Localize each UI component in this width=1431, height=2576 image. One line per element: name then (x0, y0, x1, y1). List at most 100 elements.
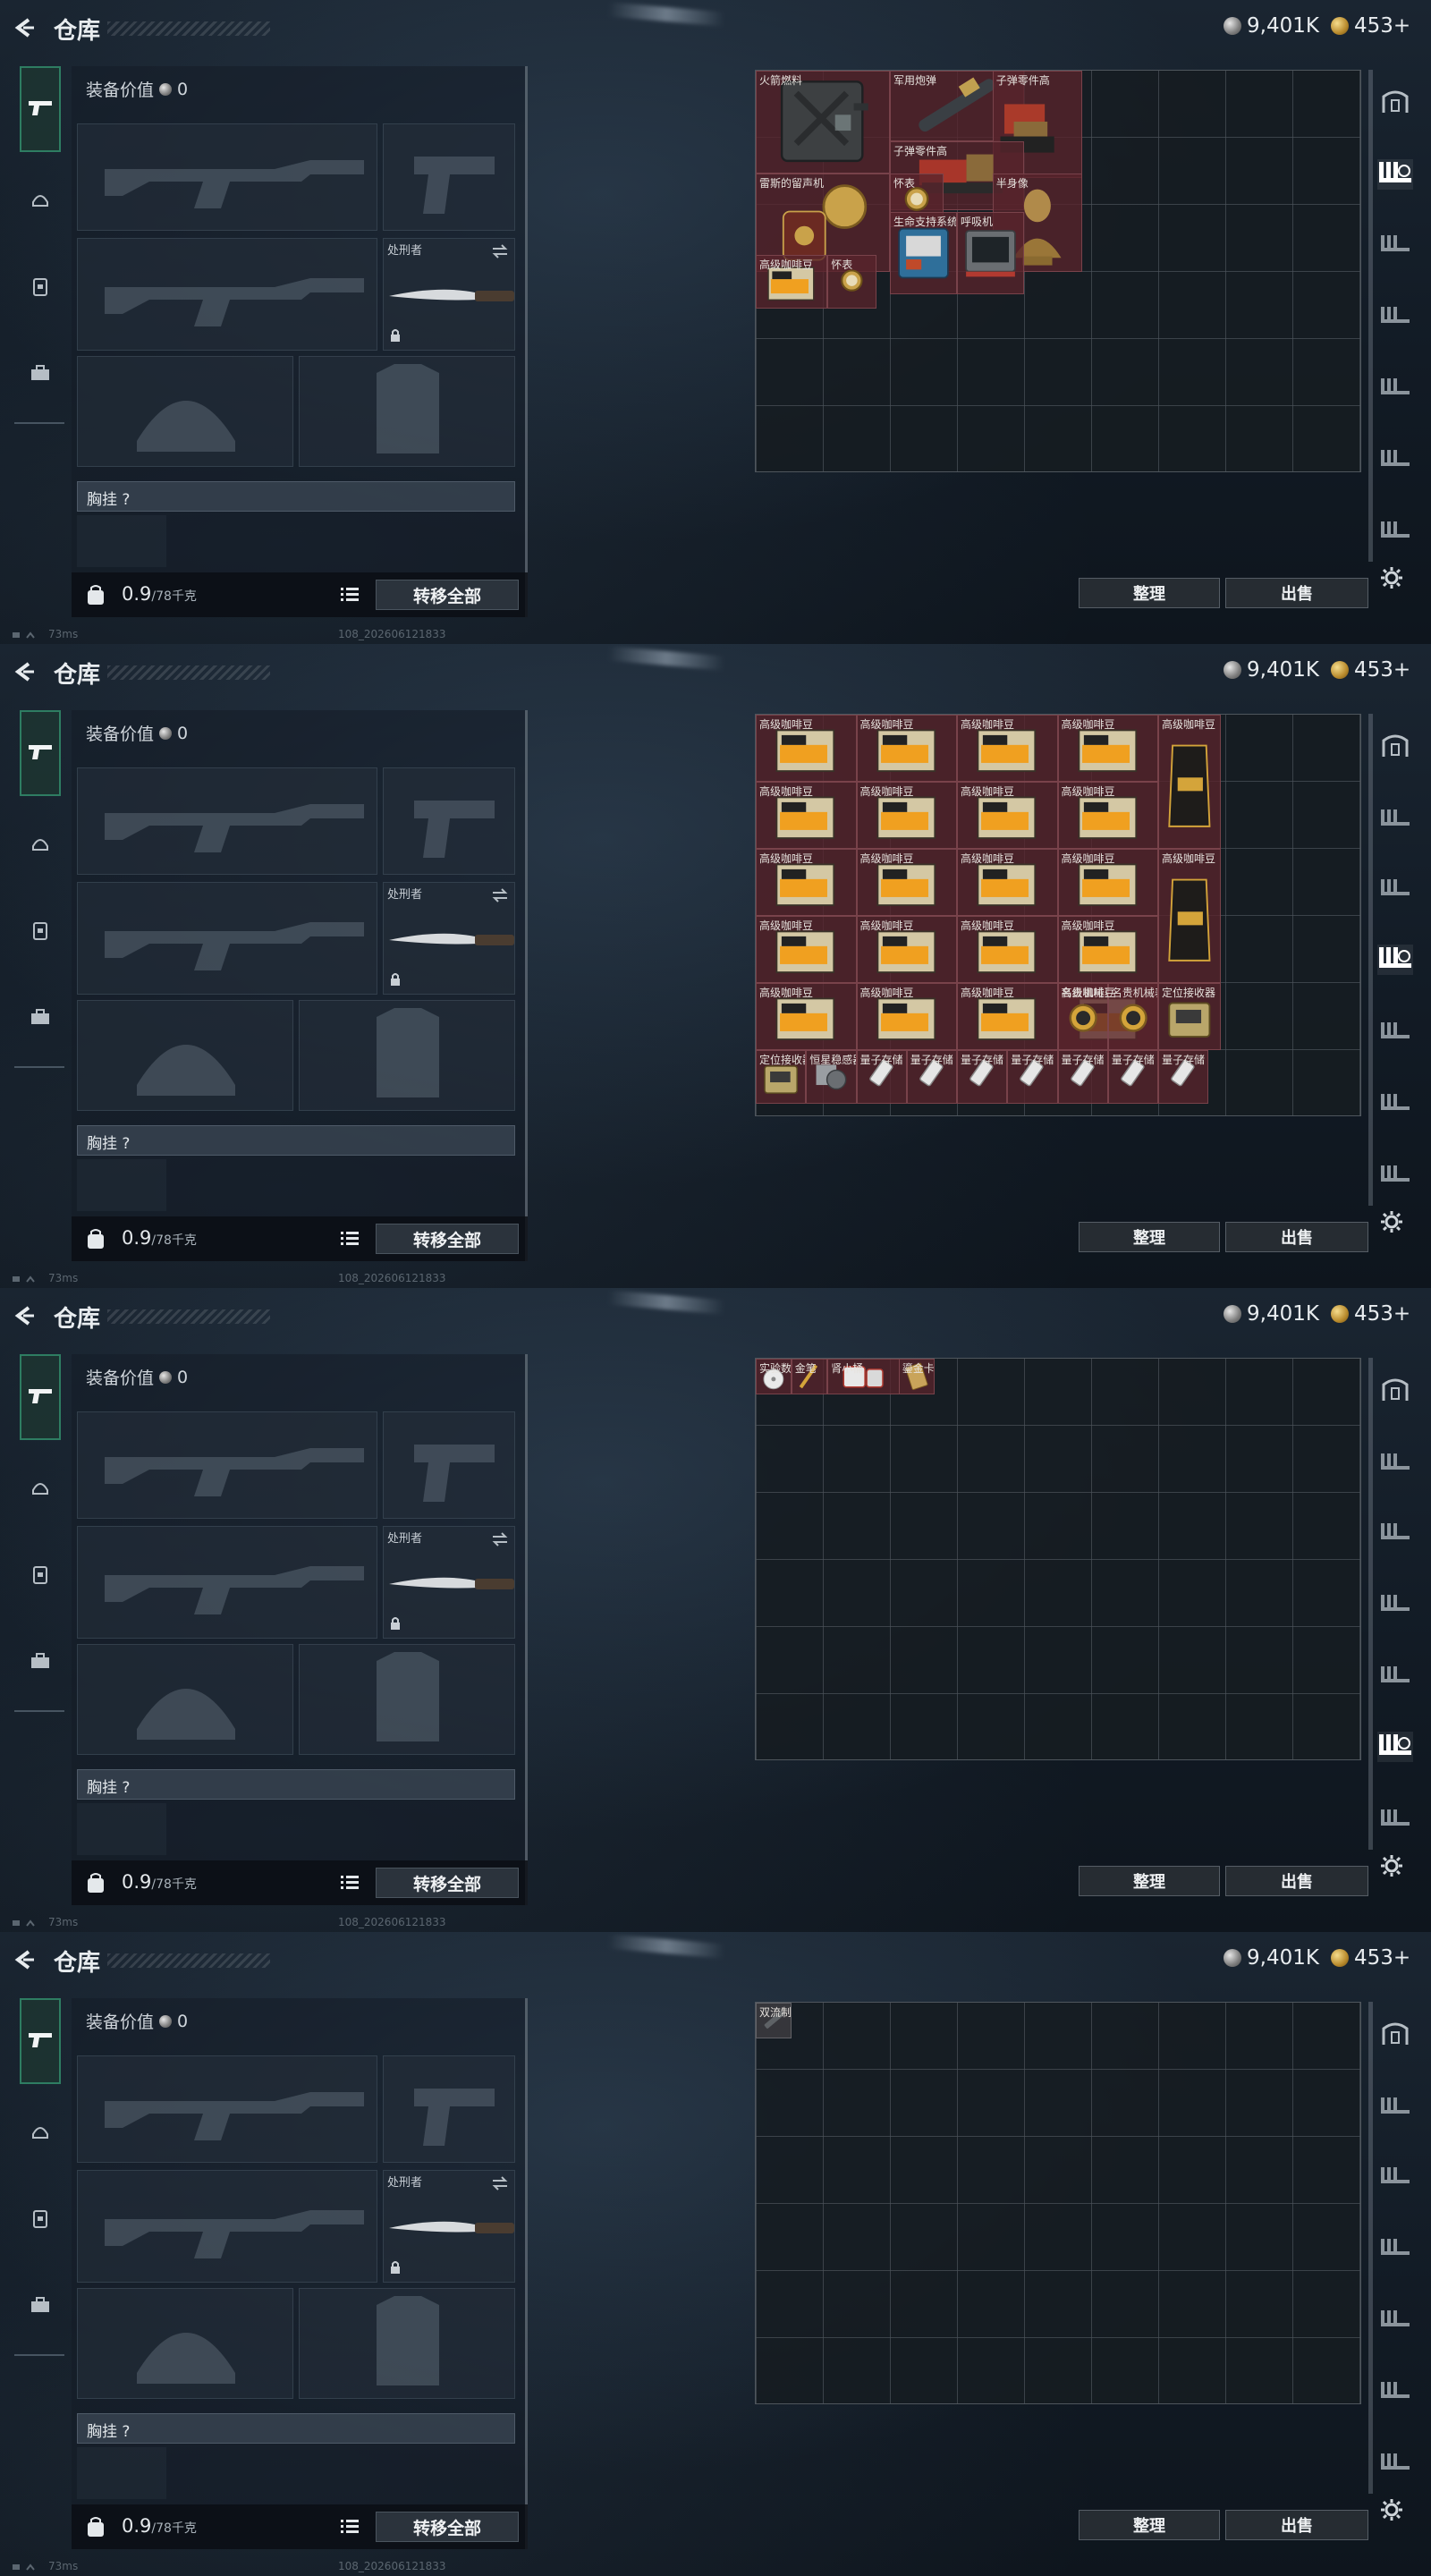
storage-item[interactable]: 量子存储 (856, 1050, 907, 1104)
back-arrow-icon[interactable] (13, 1948, 36, 1971)
storage-item[interactable]: 高级咖啡豆 (756, 715, 857, 782)
primary-weapon-slot[interactable] (77, 123, 377, 231)
storage-item[interactable]: 高级咖啡豆 (957, 849, 1058, 916)
transfer-all-button[interactable]: 转移全部 (376, 2512, 519, 2542)
chest-rig-slot[interactable] (77, 515, 166, 567)
rack-page-1[interactable] (1377, 2091, 1413, 2122)
storage-item[interactable]: 定位接收器 (756, 1050, 807, 1104)
storage-item[interactable]: 量子存储 (957, 1050, 1008, 1104)
storage-item[interactable]: 名贵机械表 (1057, 983, 1108, 1050)
rack-page-3[interactable] (1377, 945, 1413, 975)
storage-item[interactable]: 高级咖啡豆 (957, 916, 1058, 983)
storage-item[interactable]: 高级咖啡豆 (856, 715, 957, 782)
pistol-slot[interactable] (383, 1411, 515, 1519)
pistol-slot[interactable] (383, 767, 515, 875)
rack-page-4[interactable] (1377, 372, 1413, 402)
helmet-slot[interactable] (77, 356, 293, 467)
rack-page-6[interactable] (1377, 515, 1413, 546)
list-icon[interactable] (340, 1229, 360, 1250)
storage-item[interactable]: 生命支持系统 (890, 211, 957, 294)
melee-slot[interactable]: 处刑者 (383, 2170, 515, 2283)
rack-page-1[interactable] (1377, 159, 1413, 190)
transfer-all-button[interactable]: 转移全部 (376, 1868, 519, 1898)
storage-item[interactable]: 肾小桶 (827, 1359, 900, 1394)
storage-item[interactable]: 高级咖啡豆 (756, 916, 857, 983)
weapons-tab[interactable] (20, 1354, 61, 1440)
list-icon[interactable] (340, 1873, 360, 1894)
rack-page-1[interactable] (1377, 1447, 1413, 1478)
chest-rig-slot[interactable] (77, 2447, 166, 2499)
swap-icon[interactable] (491, 244, 509, 262)
storage-item[interactable]: 高级咖啡豆 (1057, 715, 1158, 782)
storage-item[interactable]: 量子存储 (1158, 1050, 1209, 1104)
storage-item[interactable]: 量子存储 (1107, 1050, 1158, 1104)
storage-item[interactable]: 高级咖啡豆 (856, 849, 957, 916)
rack-page-4[interactable] (1377, 2304, 1413, 2334)
chest-rig-header[interactable]: 胸挂 ? (77, 1769, 515, 1800)
chest-rig-header[interactable]: 胸挂 ? (77, 2413, 515, 2444)
secondary-weapon-slot[interactable] (77, 882, 377, 995)
back-arrow-icon[interactable] (13, 16, 36, 39)
storage-item[interactable]: 高级咖啡豆 (1057, 782, 1158, 849)
rack-page-2[interactable] (1377, 1517, 1413, 1547)
rig-tab[interactable] (20, 1556, 61, 1597)
primary-weapon-slot[interactable] (77, 2055, 377, 2163)
storage-item[interactable]: 高级咖啡豆 (957, 983, 1058, 1050)
sort-button[interactable]: 整理 (1079, 2510, 1220, 2540)
safe-page[interactable] (1377, 88, 1413, 118)
primary-weapon-slot[interactable] (77, 1411, 377, 1519)
rack-page-3[interactable] (1377, 1589, 1413, 1619)
storage-item[interactable]: 名贵机械表 (1107, 983, 1158, 1050)
page-scrollbar[interactable] (1368, 1358, 1373, 1850)
storage-grid[interactable]: 实验数据金笔 肾小桶 鎏金卡牌 (755, 1358, 1361, 1760)
chest-rig-slot[interactable] (77, 1159, 166, 1211)
back-arrow-icon[interactable] (13, 1304, 36, 1327)
helmet-slot[interactable] (77, 1000, 293, 1111)
rack-page-2[interactable] (1377, 873, 1413, 903)
sell-button[interactable]: 出售 (1225, 578, 1368, 608)
primary-weapon-slot[interactable] (77, 767, 377, 875)
rack-page-5[interactable] (1377, 2376, 1413, 2406)
chest-rig-slot[interactable] (77, 1803, 166, 1855)
gold-currency[interactable]: 453+ (1331, 14, 1410, 38)
armor-slot[interactable] (299, 2288, 515, 2399)
safe-page[interactable] (1377, 1376, 1413, 1406)
storage-item[interactable]: 鎏金卡牌 (898, 1359, 935, 1394)
chest-rig-header[interactable]: 胸挂 ? (77, 481, 515, 512)
storage-item[interactable]: 高级咖啡豆 (756, 255, 828, 309)
swap-icon[interactable] (491, 2176, 509, 2194)
rack-page-6[interactable] (1377, 2447, 1413, 2478)
rack-page-4[interactable] (1377, 1016, 1413, 1046)
armor-slot[interactable] (299, 356, 515, 467)
storage-item[interactable]: 定位接收器 (1158, 983, 1221, 1050)
secondary-weapon-slot[interactable] (77, 238, 377, 351)
storage-item[interactable]: 高级咖啡豆 (756, 782, 857, 849)
storage-item[interactable]: 怀表 (827, 255, 876, 309)
silver-currency[interactable]: 9,401K (1224, 14, 1319, 38)
gold-currency[interactable]: 453+ (1331, 658, 1410, 682)
storage-grid[interactable]: 高级咖啡豆 高级咖啡豆 高级咖啡豆 高级咖啡豆 高级咖啡豆 高级咖啡豆 高级咖啡豆 高级咖啡豆… (755, 714, 1361, 1116)
storage-item[interactable]: 高级咖啡豆 (756, 983, 857, 1050)
swap-icon[interactable] (491, 1532, 509, 1550)
list-icon[interactable] (340, 585, 360, 606)
weapons-tab[interactable] (20, 1998, 61, 2084)
storage-grid[interactable]: 双流制退器 (755, 2002, 1361, 2404)
storage-item[interactable]: 高级咖啡豆 (1057, 916, 1158, 983)
transfer-all-button[interactable]: 转移全部 (376, 1224, 519, 1254)
rack-page-6[interactable] (1377, 1159, 1413, 1190)
rack-page-1[interactable] (1377, 803, 1413, 834)
armor-tab[interactable] (20, 181, 61, 222)
storage-item[interactable]: 量子存储 (1057, 1050, 1108, 1104)
list-icon[interactable] (340, 2517, 360, 2538)
armor-tab[interactable] (20, 825, 61, 866)
sort-button[interactable]: 整理 (1079, 1222, 1220, 1252)
safe-page[interactable] (1377, 732, 1413, 762)
storage-item[interactable]: 量子存储 (906, 1050, 957, 1104)
armor-slot[interactable] (299, 1644, 515, 1755)
rack-page-5[interactable] (1377, 1732, 1413, 1762)
rack-page-3[interactable] (1377, 301, 1413, 331)
gear-icon[interactable] (1379, 565, 1404, 594)
sort-button[interactable]: 整理 (1079, 1866, 1220, 1896)
storage-item[interactable]: 恒星稳感器 (806, 1050, 857, 1104)
rack-page-5[interactable] (1377, 444, 1413, 474)
